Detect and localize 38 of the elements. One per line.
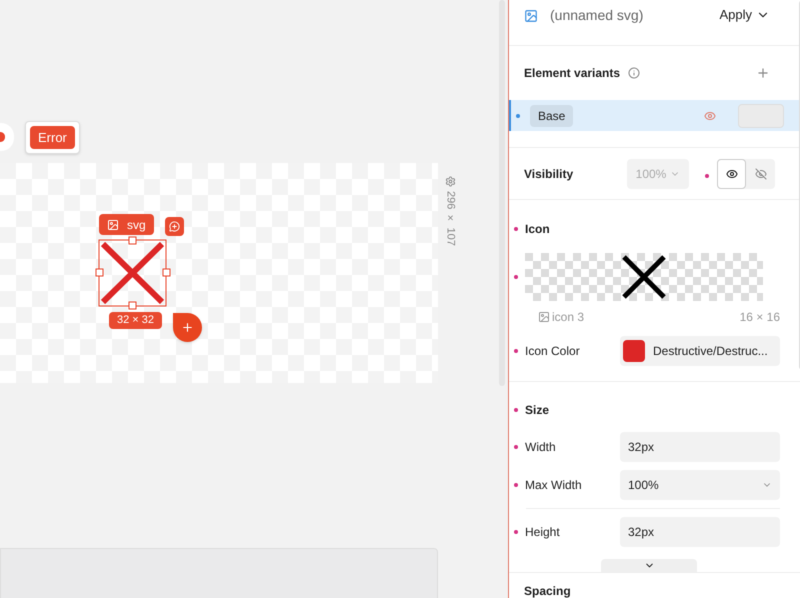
field-label: Icon Color [525,343,581,360]
plus-icon [181,321,194,334]
size-input[interactable]: 32px [620,432,780,462]
eye-icon[interactable] [704,110,716,122]
image-icon [524,8,538,22]
apply-button[interactable]: Apply [719,5,770,24]
visibility-option[interactable] [717,158,746,188]
settings-icon[interactable] [444,176,456,187]
icon-size: 16 × 16 [740,309,780,326]
variant-label: Base [530,104,574,126]
color-select[interactable]: Destructive/Destruc... [620,336,780,366]
size-input[interactable]: 32px [620,517,780,547]
section-heading: Element variants [524,65,620,82]
add-comment-button[interactable] [165,217,184,236]
image-icon [107,218,119,230]
frame-size-label: 296 × 107 [444,191,458,246]
eye-off-icon [754,168,766,180]
field-label: Height [525,524,561,541]
section-heading: Spacing [524,584,571,598]
info-icon[interactable] [628,67,640,79]
section-heading: Size [525,402,550,419]
panel-title: (unnamed svg) [550,6,644,25]
image-icon [538,311,550,323]
element-size-label: 32 × 32 [109,312,162,329]
field-label: Max Width [525,477,583,494]
icon-name: icon 3 [552,309,584,326]
variant-row[interactable]: Base [509,100,800,131]
comment-icon [169,221,180,232]
section-heading: Icon [525,221,550,238]
element-tag-label: svg [127,216,146,234]
max-width-select[interactable]: 100% [620,470,780,500]
add-variant-icon[interactable] [756,66,770,80]
eye-icon [726,168,738,180]
field-label: Visibility [524,166,574,182]
error-button[interactable]: Error [30,126,75,149]
field-label: Width [525,439,557,456]
selected-cross-element[interactable] [95,236,171,310]
cross-icon [620,253,668,301]
